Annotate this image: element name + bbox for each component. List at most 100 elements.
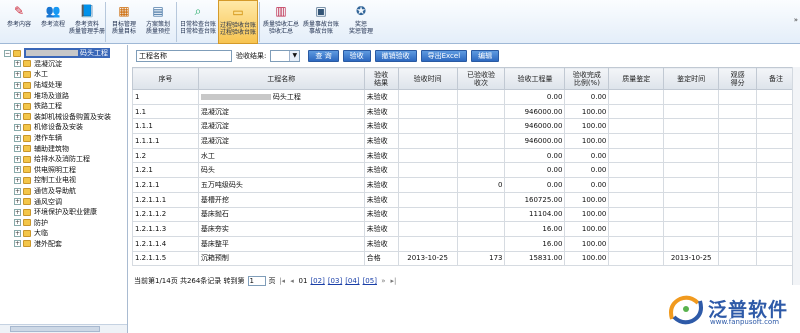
toolbar-button-0[interactable]: ✎ 参考内容 bbox=[2, 0, 36, 44]
toolbar-scroll-right[interactable]: » bbox=[794, 16, 798, 24]
column-header[interactable]: 验收完成 比例(%) bbox=[564, 67, 610, 90]
expand-icon[interactable]: + bbox=[14, 134, 21, 142]
toolbar-button-6[interactable]: ▭ 过程验收台账 过程验收台账 bbox=[218, 0, 258, 44]
column-header[interactable]: 验收工程量 bbox=[504, 67, 566, 90]
column-header[interactable]: 质量鉴定 bbox=[608, 67, 665, 90]
tree-item[interactable]: + 水工 bbox=[4, 69, 127, 80]
toolbar-button-9[interactable]: ✪ 奖惩 奖惩管理 bbox=[341, 0, 381, 44]
table-cell: 1 bbox=[132, 89, 199, 105]
edit-button[interactable]: 编辑 bbox=[471, 50, 500, 62]
tree-item[interactable]: + 大临 bbox=[4, 228, 127, 239]
column-header[interactable]: 已验收验 收次 bbox=[456, 67, 506, 90]
expand-icon[interactable]: + bbox=[14, 187, 21, 195]
table-row[interactable]: 1.2.1.1.5 沉箱预制 合格 2013-10-25 173 15831.00 100.… bbox=[132, 250, 796, 267]
expand-icon[interactable]: + bbox=[14, 240, 21, 248]
table-cell: 946000.00 bbox=[504, 118, 566, 135]
table-cell bbox=[397, 118, 458, 135]
column-header[interactable]: 验收时间 bbox=[397, 67, 458, 90]
last-page-icon[interactable]: ▸| bbox=[390, 277, 397, 285]
page-link[interactable]: [03] bbox=[328, 277, 342, 285]
toolbar-button-4[interactable]: ▤ 方案策划 质量预控 bbox=[141, 0, 175, 44]
expand-icon[interactable]: + bbox=[14, 123, 21, 131]
tree-item[interactable]: + 辅助建筑物 bbox=[4, 143, 127, 154]
query-button[interactable]: 查 询 bbox=[308, 50, 339, 62]
toolbar-button-3[interactable]: ▦ 目标管理 质量目标 bbox=[107, 0, 141, 44]
expand-icon[interactable]: + bbox=[14, 176, 21, 184]
table-row[interactable]: 1.2 水工 未验收 0.00 0.00 bbox=[132, 147, 796, 164]
column-header[interactable]: 验收 结果 bbox=[363, 67, 399, 90]
expand-icon[interactable]: + bbox=[14, 70, 21, 78]
expand-icon[interactable]: + bbox=[14, 208, 21, 216]
tree-item[interactable]: + 堆场及道路 bbox=[4, 90, 127, 101]
table-vertical-scrollbar[interactable] bbox=[792, 67, 800, 285]
toolbar-button-1[interactable]: 👥 参考流程 bbox=[36, 0, 70, 44]
expand-icon[interactable]: + bbox=[14, 60, 21, 68]
tree-item[interactable]: + 港作车辆 bbox=[4, 133, 127, 144]
table-row[interactable]: 1.1 混凝沉淀 未验收 946000.00 100.00 bbox=[132, 103, 796, 120]
table-row[interactable]: 1.1.1 混凝沉淀 未验收 946000.00 100.00 bbox=[132, 118, 796, 135]
toolbar-button-2[interactable]: 📘 参考资料 质量管理手册 bbox=[69, 0, 105, 44]
goto-page-input[interactable]: 1 bbox=[247, 276, 266, 286]
tree-item[interactable]: + 给排水及消防工程 bbox=[4, 154, 127, 165]
column-header[interactable]: 序号 bbox=[132, 67, 199, 90]
toolbar-button-5[interactable]: ⌕ 日常检查台账 日常检查台账 bbox=[178, 0, 218, 44]
tree-item[interactable]: + 混凝沉淀 bbox=[4, 59, 127, 70]
expand-icon[interactable]: + bbox=[14, 166, 21, 174]
column-header[interactable]: 备注 bbox=[756, 67, 796, 90]
table-row[interactable]: 1.2.1 码头 未验收 0.00 0.00 bbox=[132, 162, 796, 179]
expand-icon[interactable]: + bbox=[14, 145, 21, 153]
toolbar-button-label: 参考流程 bbox=[40, 21, 65, 28]
next-page-icon[interactable]: » bbox=[380, 277, 387, 285]
expand-icon[interactable]: + bbox=[14, 219, 21, 227]
column-header[interactable]: 工程名称 bbox=[197, 67, 365, 90]
expand-icon[interactable]: + bbox=[14, 81, 21, 89]
expand-icon[interactable]: + bbox=[14, 92, 21, 100]
folder-icon bbox=[23, 240, 31, 248]
column-header[interactable]: 观感 得分 bbox=[718, 67, 758, 90]
tree-item[interactable]: + 通信及导助航 bbox=[4, 186, 127, 197]
page-link[interactable]: [02] bbox=[310, 277, 324, 285]
project-name-input[interactable]: 工程名称 bbox=[136, 50, 232, 62]
column-header[interactable]: 鉴定时间 bbox=[663, 67, 720, 90]
tree-root[interactable]: − 码头工程 bbox=[4, 48, 127, 59]
page-link[interactable]: [05] bbox=[363, 277, 377, 285]
chevron-down-icon: ▼ bbox=[289, 51, 300, 61]
toolbar-button-8[interactable]: ▣ 质量事故台账 事故台账 bbox=[301, 0, 341, 44]
tree-item[interactable]: + 防护 bbox=[4, 218, 127, 229]
expand-icon[interactable]: + bbox=[14, 198, 21, 206]
table-row[interactable]: 1.2.1.1.3 基床夯实 未验收 16.00 100.00 bbox=[132, 221, 796, 237]
tree-item[interactable]: + 供电照明工程 bbox=[4, 165, 127, 176]
expand-icon[interactable]: + bbox=[14, 113, 21, 121]
tree-item[interactable]: + 控制工业电视 bbox=[4, 175, 127, 186]
accept-button[interactable]: 验收 bbox=[342, 50, 371, 62]
table-row[interactable]: 1.2.1.1 五万吨级码头 未验收 0 0.00 0.00 bbox=[132, 177, 796, 193]
tree-item[interactable]: + 机修设备及安装 bbox=[4, 122, 127, 133]
table-row[interactable]: 1.2.1.1.1 基槽开挖 未验收 160725.00 100.00 bbox=[132, 191, 796, 208]
prev-page-icon[interactable]: ◂ bbox=[289, 277, 296, 285]
export-excel-button[interactable]: 导出Excel bbox=[420, 50, 468, 62]
collapse-icon[interactable]: − bbox=[4, 49, 11, 57]
revoke-acceptance-button[interactable]: 撤销验收 bbox=[374, 50, 417, 62]
expand-icon[interactable]: + bbox=[14, 102, 21, 110]
tree-item[interactable]: + 环境保护及职业健康 bbox=[4, 207, 127, 218]
tree-horizontal-scrollbar[interactable] bbox=[0, 324, 127, 333]
toolbar-button-7[interactable]: ▥ 质量验收汇总 验收汇总 bbox=[261, 0, 301, 44]
table-row[interactable]: 1 码头工程 未验收 0.00 0.00 bbox=[132, 89, 796, 105]
table-cell: 1.1 bbox=[132, 103, 199, 120]
table-row[interactable]: 1.2.1.1.2 基床抛石 未验收 11104.00 100.00 bbox=[132, 206, 796, 223]
tree-item[interactable]: + 铁路工程 bbox=[4, 101, 127, 112]
page-link[interactable]: [04] bbox=[345, 277, 359, 285]
acceptance-result-select[interactable]: ▼ bbox=[270, 50, 301, 62]
tree-item[interactable]: + 装卸机械设备购置及安装 bbox=[4, 112, 127, 123]
expand-icon[interactable]: + bbox=[14, 155, 21, 163]
column-header-text: 备注 bbox=[769, 74, 784, 83]
table-row[interactable]: 1.1.1.1 混凝沉淀 未验收 946000.00 100.00 bbox=[132, 133, 796, 149]
expand-icon[interactable]: + bbox=[14, 229, 21, 237]
tree-item-label: 控制工业电视 bbox=[34, 176, 76, 185]
tree-item[interactable]: + 港外配套 bbox=[4, 239, 127, 250]
table-row[interactable]: 1.2.1.1.4 基床整平 未验收 16.00 100.00 bbox=[132, 235, 796, 252]
column-header-text: 验收工程量 bbox=[517, 74, 553, 83]
tree-item[interactable]: + 陆域处理 bbox=[4, 80, 127, 91]
first-page-icon[interactable]: |◂ bbox=[279, 277, 286, 285]
tree-item[interactable]: + 通风空调 bbox=[4, 196, 127, 207]
